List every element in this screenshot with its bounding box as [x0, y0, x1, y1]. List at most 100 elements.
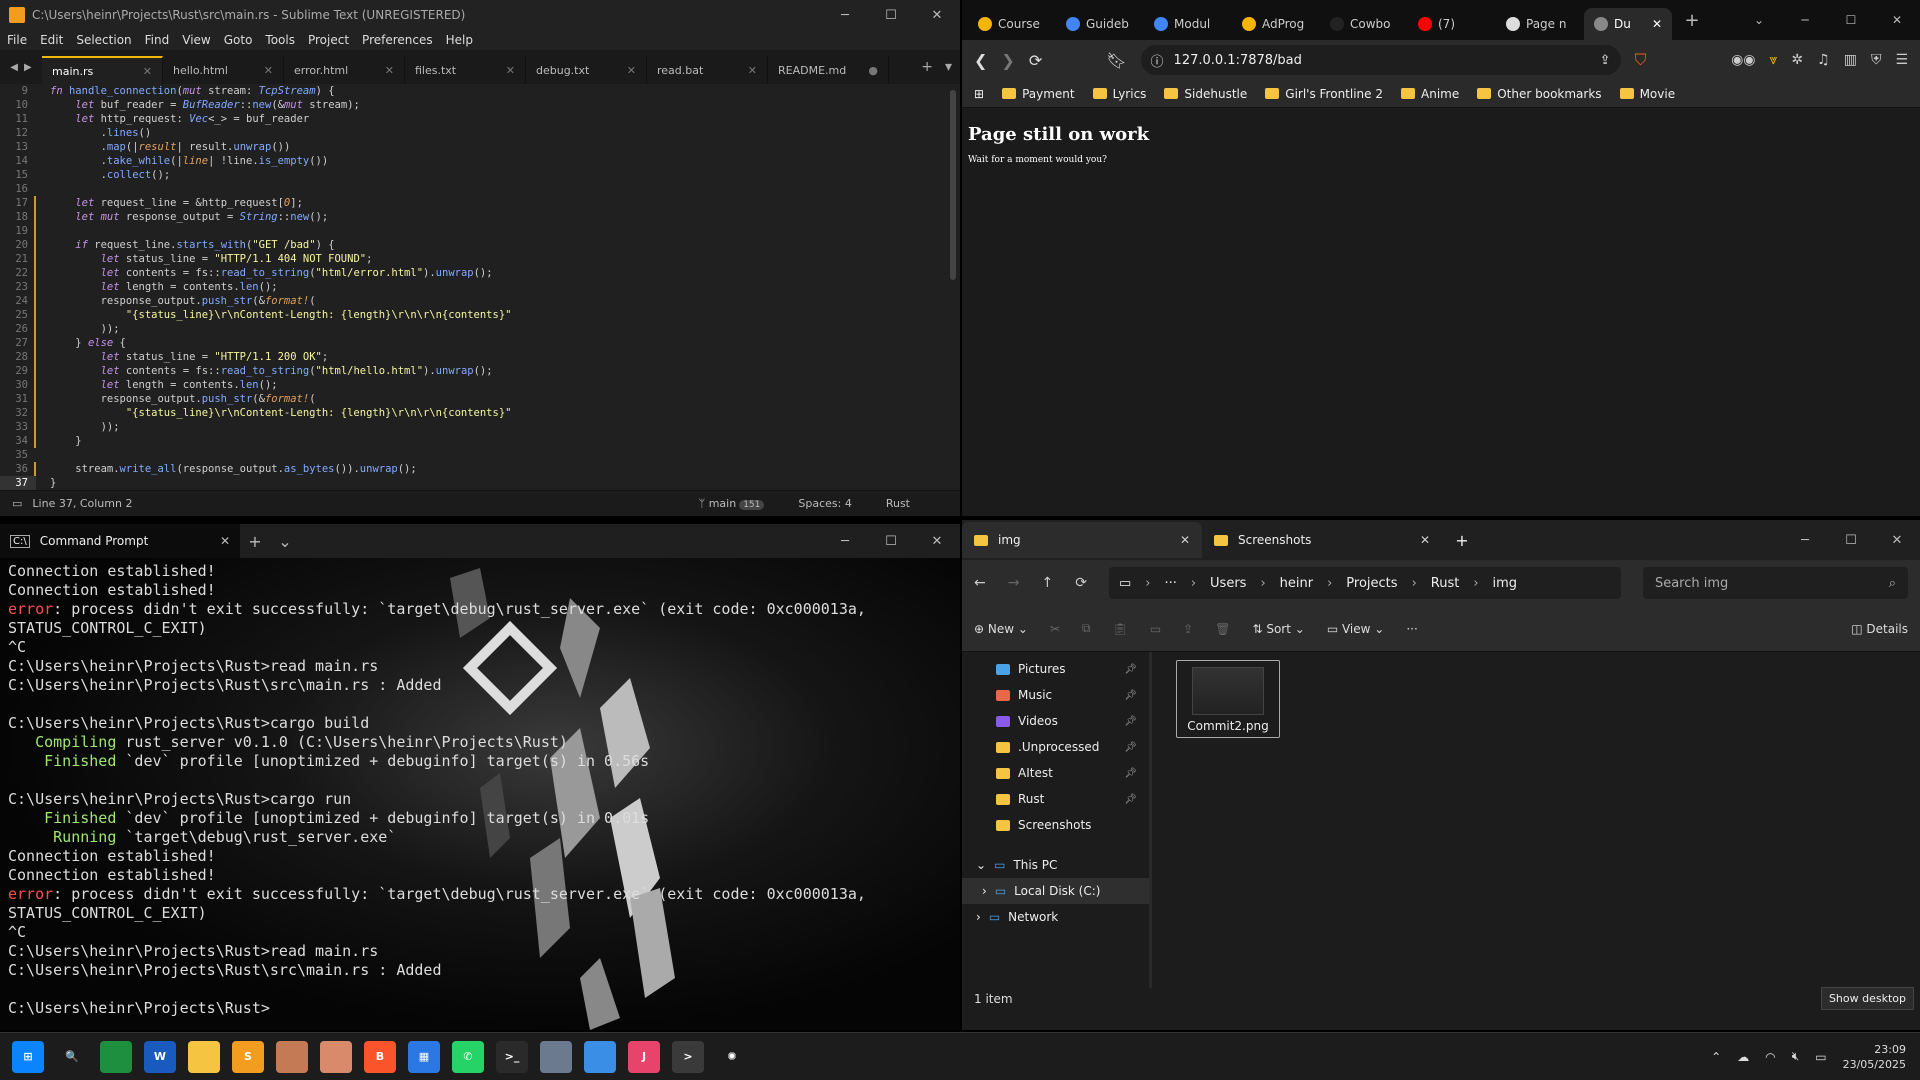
close-tab-icon[interactable]: ✕	[220, 534, 230, 548]
nav-item[interactable]: Pictures 📌︎	[962, 656, 1149, 682]
menu-item-selection[interactable]: Selection	[76, 33, 131, 47]
site-info-icon[interactable]: ⓘ	[1151, 51, 1164, 70]
nav-item[interactable]: .Unprocessed 📌︎	[962, 734, 1149, 760]
minimize-button[interactable]: ─	[1782, 520, 1828, 560]
new-tab-plus-icon[interactable]: +	[921, 59, 933, 75]
menu-item-preferences[interactable]: Preferences	[362, 33, 433, 47]
editor-tab[interactable]: main.rs ✕	[42, 56, 163, 84]
menu-item-view[interactable]: View	[182, 33, 210, 47]
address-bar[interactable]: ⓘ 127.0.0.1:7878/bad ⇪	[1140, 45, 1621, 75]
close-tab-icon[interactable]: ✕	[1652, 17, 1662, 31]
file-item[interactable]: Commit2.png	[1176, 660, 1280, 738]
overflow-dots-icon[interactable]: ···	[1164, 576, 1176, 591]
brave-shield-icon[interactable]: ⛉	[1635, 50, 1647, 70]
close-tab-icon[interactable]: ✕	[143, 65, 152, 78]
menu-item-edit[interactable]: Edit	[40, 33, 63, 47]
chevron-right-icon[interactable]: ›	[1327, 576, 1332, 591]
bookmark-folder[interactable]: Movie	[1619, 87, 1675, 101]
chevron-down-icon[interactable]: ⌄	[976, 858, 986, 872]
clock[interactable]: 23:09 23/05/2025	[1843, 1042, 1906, 1072]
maximize-button[interactable]: ☐	[1828, 13, 1874, 27]
browser-tab[interactable]: Cowbo	[1320, 8, 1408, 40]
tab-dropdown-chevron-icon[interactable]: ⌄	[270, 532, 300, 551]
editor-scrollbar[interactable]	[950, 90, 956, 280]
up-arrow-icon[interactable]: ↑	[1041, 575, 1053, 591]
close-tab-icon[interactable]: ✕	[627, 64, 636, 77]
taskbar-app-gray-icon[interactable]	[540, 1040, 572, 1073]
onedrive-icon[interactable]: ☁	[1737, 1050, 1749, 1064]
tab-prev-arrow-icon[interactable]: ◀	[10, 62, 18, 73]
editor-tab[interactable]: files.txt ✕	[405, 56, 526, 84]
media-music-icon[interactable]: ♫	[1817, 52, 1830, 68]
taskbar-word-icon[interactable]: W	[144, 1040, 176, 1073]
menu-item-project[interactable]: Project	[308, 33, 349, 47]
taskbar-terminal-2-icon[interactable]: >	[672, 1040, 704, 1073]
editor-tab[interactable]: error.html ✕	[284, 56, 405, 84]
taskbar-photos-icon[interactable]	[584, 1040, 616, 1073]
close-button[interactable]: ✕	[1874, 520, 1920, 560]
back-arrow-icon[interactable]: ←	[974, 575, 986, 591]
menu-item-find[interactable]: Find	[145, 33, 170, 47]
terminal-tab[interactable]: C:\ Command Prompt ✕	[0, 524, 240, 558]
browser-tab[interactable]: AdProg	[1232, 8, 1320, 40]
chevron-right-icon[interactable]: ›	[976, 910, 981, 924]
taskbar-jetbrains-icon[interactable]: J	[628, 1040, 660, 1073]
menu-item-file[interactable]: File	[7, 33, 27, 47]
tray-chevron-icon[interactable]: ⌃	[1711, 1050, 1721, 1064]
bookmark-folder[interactable]: Lyrics	[1092, 87, 1146, 101]
tree-item[interactable]: › ▭ Local Disk (C:)	[962, 878, 1149, 904]
pc-icon[interactable]: ▭	[1119, 576, 1131, 591]
bookmark-folder[interactable]: Girl's Frontline 2	[1265, 87, 1383, 101]
refresh-icon[interactable]: ⟳	[1075, 575, 1087, 591]
menu-icon[interactable]: ☰	[1895, 52, 1908, 68]
browser-tab[interactable]: Guideb	[1056, 8, 1144, 40]
menu-item-help[interactable]: Help	[446, 33, 473, 47]
close-tab-icon[interactable]: ✕	[748, 64, 757, 77]
bookmark-folder[interactable]: Payment	[1002, 87, 1075, 101]
editor-tab[interactable]: debug.txt ✕	[526, 56, 647, 84]
nav-item[interactable]: AItest 📌︎	[962, 760, 1149, 786]
maximize-button[interactable]: ☐	[1828, 520, 1874, 560]
menu-item-tools[interactable]: Tools	[265, 33, 295, 47]
editor-tab[interactable]: read.bat ✕	[647, 56, 768, 84]
maximize-button[interactable]: ☐	[868, 524, 914, 558]
paste-icon[interactable]: 📋︎	[1113, 622, 1128, 636]
breadcrumb-item[interactable]: Projects	[1346, 576, 1397, 591]
taskbar-search-icon[interactable]: 🔍	[56, 1041, 88, 1073]
taskbar-app-blue-icon[interactable]: ▦	[408, 1040, 440, 1073]
details-button[interactable]: ◫ Details	[1851, 622, 1908, 636]
editor-tab[interactable]: hello.html ✕	[163, 56, 284, 84]
chevron-right-icon[interactable]: ›	[1412, 576, 1417, 591]
minimize-button[interactable]: ─	[822, 0, 868, 30]
cut-icon[interactable]: ✂	[1050, 622, 1060, 636]
new-tab-plus-icon[interactable]: +	[240, 532, 270, 551]
indentation-setting[interactable]: Spaces: 4	[798, 497, 851, 510]
bookmark-folder[interactable]: Other bookmarks	[1477, 87, 1602, 101]
more-options-icon[interactable]: ···	[1406, 622, 1417, 636]
apps-grid-icon[interactable]: ⊞	[974, 87, 984, 101]
taskbar-game-1-icon[interactable]	[276, 1040, 308, 1073]
back-arrow-icon[interactable]: ❮	[974, 51, 987, 70]
search-input[interactable]: Search img ⌕	[1642, 567, 1908, 599]
share-icon[interactable]: ⇪	[1600, 53, 1611, 68]
chevron-right-icon[interactable]: ›	[1260, 576, 1265, 591]
sort-button[interactable]: ⇅ Sort ⌄	[1252, 622, 1304, 636]
minimize-button[interactable]: ─	[822, 524, 868, 558]
nav-item[interactable]: Music 📌︎	[962, 682, 1149, 708]
taskbar-chatgpt-icon[interactable]: ✺	[716, 1041, 748, 1073]
view-button[interactable]: ▭ View ⌄	[1327, 622, 1385, 636]
close-button[interactable]: ✕	[914, 524, 960, 558]
chevron-right-icon[interactable]: ›	[982, 884, 987, 898]
browser-tab[interactable]: Course	[968, 8, 1056, 40]
bookmark-folder[interactable]: Anime	[1401, 87, 1459, 101]
chevron-right-icon[interactable]: ›	[1191, 576, 1196, 591]
close-button[interactable]: ✕	[914, 0, 960, 30]
nav-item[interactable]: Rust 📌︎	[962, 786, 1149, 812]
taskbar-brave-icon[interactable]: B	[364, 1040, 396, 1073]
chevron-right-icon[interactable]: ›	[1145, 576, 1150, 591]
taskbar-terminal-icon[interactable]: >_	[496, 1040, 528, 1073]
browser-tab[interactable]: Page n	[1496, 8, 1584, 40]
maximize-button[interactable]: ☐	[868, 0, 914, 30]
volume-muted-icon[interactable]: 🔇︎	[1792, 1049, 1800, 1064]
unsaved-dot-icon[interactable]: ●	[868, 64, 878, 77]
